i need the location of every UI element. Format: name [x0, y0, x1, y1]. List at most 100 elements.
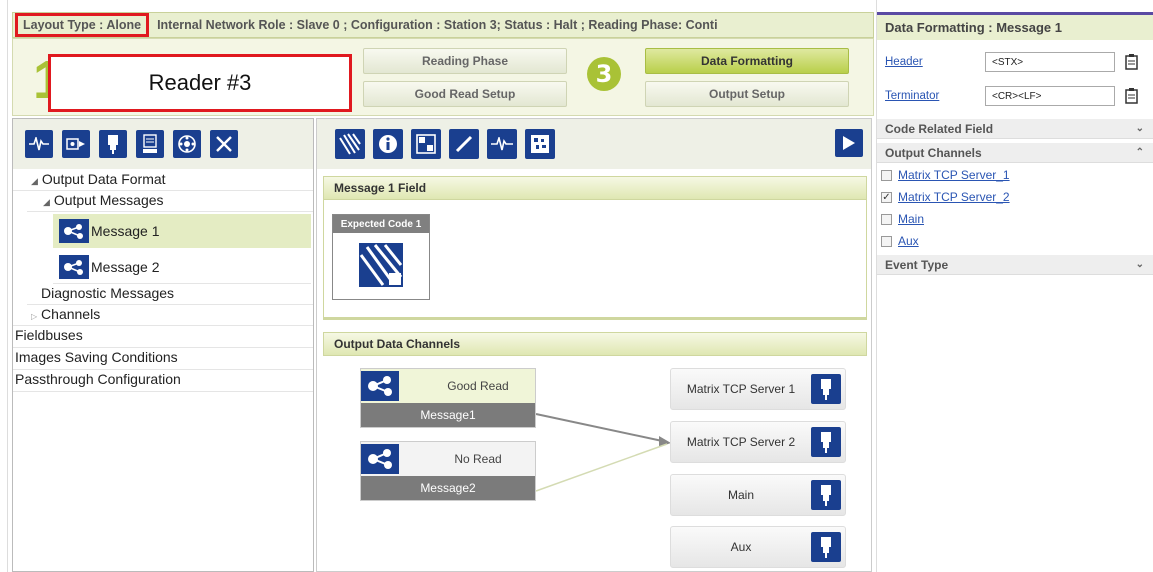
ethernet-plug-icon: [108, 135, 118, 154]
info-field-button[interactable]: [373, 129, 403, 159]
camera-send-icon: [66, 138, 85, 150]
counter-field-button[interactable]: [411, 129, 441, 159]
waveform-icon: [29, 137, 49, 151]
channel-option-main[interactable]: Main: [881, 212, 924, 226]
message1-label: Message1: [361, 403, 535, 427]
channel-node-main[interactable]: Main: [670, 474, 846, 516]
message-icon: [59, 219, 89, 243]
message-field-area: Expected Code 1: [323, 200, 867, 320]
clipboard-icon[interactable]: [1125, 54, 1139, 70]
channel-label: Matrix TCP Server 1: [686, 382, 796, 396]
tree-item-label: Images Saving Conditions: [15, 349, 178, 365]
message-icon: [361, 444, 399, 474]
good-read-message-node[interactable]: Good Read Message1: [360, 368, 536, 428]
data-formatting-button[interactable]: Data Formatting: [645, 48, 849, 74]
collapse-triangle-icon: ◢: [31, 176, 38, 186]
channel-option-tcp-1[interactable]: Matrix TCP Server_1: [881, 168, 1010, 182]
delete-tool-button[interactable]: [210, 130, 238, 158]
collapse-triangle-icon: ◢: [43, 197, 50, 207]
tree-item-label: Message 2: [91, 258, 160, 275]
channel-label: Main: [727, 488, 754, 502]
tree-message-1[interactable]: Message 1: [53, 214, 311, 248]
enip-tool-button[interactable]: [136, 130, 164, 158]
tree-pane: ◢ Output Data Format ◢ Output Messages M…: [12, 118, 314, 572]
status-bar: Layout Type : Alone Internal Network Rol…: [12, 12, 874, 38]
tree-images-saving[interactable]: Images Saving Conditions: [13, 349, 313, 370]
tree-fieldbuses[interactable]: Fieldbuses: [13, 327, 313, 348]
section-label: Output Channels: [885, 145, 982, 160]
image-send-tool-button[interactable]: [62, 130, 90, 158]
terminator-input[interactable]: [985, 86, 1115, 106]
barcode-field-button[interactable]: [335, 129, 365, 159]
left-edge: [0, 0, 8, 572]
text-field-button[interactable]: [449, 129, 479, 159]
fieldbus-icon: [178, 135, 196, 153]
ethernet-tool-button[interactable]: [99, 130, 127, 158]
channel-option-label: Main: [898, 212, 925, 226]
good-read-label: Good Read: [447, 379, 509, 393]
editor-pane: Message 1 Field Expected Code 1 Output D…: [316, 118, 872, 572]
channel-node-tcp-2[interactable]: Matrix TCP Server 2: [670, 421, 846, 463]
checkbox[interactable]: [881, 235, 892, 247]
tree-passthrough[interactable]: Passthrough Configuration: [13, 371, 313, 392]
reader-label-callout: Reader #3: [48, 54, 352, 112]
checkbox-checked[interactable]: ✓: [881, 191, 892, 203]
output-setup-button[interactable]: Output Setup: [645, 81, 849, 107]
tree-diagnostic-messages[interactable]: Diagnostic Messages: [27, 285, 313, 305]
event-type-section[interactable]: Event Type ⌄: [877, 255, 1153, 275]
channel-node-tcp-1[interactable]: Matrix TCP Server 1: [670, 368, 846, 410]
section-label: Event Type: [885, 257, 949, 272]
chevron-down-icon: ⌄: [1135, 259, 1144, 270]
clipboard-icon[interactable]: [1125, 88, 1139, 104]
datamatrix-field-button[interactable]: [525, 129, 555, 159]
fieldbus-tool-button[interactable]: [173, 130, 201, 158]
station-status-text: Internal Network Role : Slave 0 ; Config…: [157, 18, 718, 32]
channel-option-label: Matrix TCP Server_1: [898, 168, 1010, 182]
waveform-icon: [491, 137, 513, 151]
enip-icon: [143, 134, 157, 153]
channel-node-aux[interactable]: Aux: [670, 526, 846, 568]
header-input[interactable]: [985, 52, 1115, 72]
expected-code-label: Expected Code 1: [333, 215, 429, 233]
channel-option-label: Matrix TCP Server_2: [898, 190, 1010, 204]
tree-channels[interactable]: ▷ Channels: [13, 306, 313, 326]
output-data-channels-area: Good Read Message1 No Read Message2 Matr…: [323, 358, 867, 572]
tree-item-label: Output Messages: [53, 192, 164, 208]
ethernet-plug-icon: [811, 532, 841, 562]
properties-title: Data Formatting : Message 1: [877, 12, 1153, 40]
tree-message-2[interactable]: Message 2: [53, 250, 311, 284]
counter-icon: [416, 134, 436, 154]
tree-item-label: Channels: [41, 306, 101, 322]
waveform-tool-button[interactable]: [25, 130, 53, 158]
chevron-up-icon: ⌃: [1135, 147, 1144, 158]
ethernet-plug-icon: [811, 427, 841, 457]
channel-option-aux[interactable]: Aux: [881, 234, 919, 248]
reading-phase-button[interactable]: Reading Phase: [363, 48, 567, 74]
datamatrix-icon: [531, 135, 549, 153]
tree-output-data-format[interactable]: ◢ Output Data Format: [13, 171, 313, 191]
section-label: Code Related Field: [885, 121, 994, 136]
expected-code-card[interactable]: Expected Code 1: [332, 214, 430, 300]
channel-label: Aux: [730, 540, 752, 554]
output-channels-section[interactable]: Output Channels ⌃: [877, 143, 1153, 163]
no-read-message-node[interactable]: No Read Message2: [360, 441, 536, 501]
tree-output-messages[interactable]: ◢ Output Messages: [27, 192, 313, 212]
checkbox[interactable]: [881, 213, 892, 225]
properties-panel: Data Formatting : Message 1 Header Termi…: [876, 0, 1153, 572]
channel-option-tcp-2[interactable]: ✓ Matrix TCP Server_2: [881, 190, 1010, 204]
checkbox[interactable]: [881, 169, 892, 181]
message-icon: [59, 254, 89, 279]
chevron-down-icon: ⌄: [1135, 123, 1144, 134]
code-related-field-section[interactable]: Code Related Field ⌄: [877, 119, 1153, 139]
ethernet-plug-icon: [811, 374, 841, 404]
signal-field-button[interactable]: [487, 129, 517, 159]
tree-toolbar: [13, 119, 313, 169]
run-button[interactable]: [835, 129, 863, 157]
close-icon: [216, 136, 232, 152]
header-link[interactable]: Header: [885, 56, 985, 68]
barcode-icon: [339, 133, 361, 155]
ethernet-plug-icon: [811, 480, 841, 510]
good-read-setup-button[interactable]: Good Read Setup: [363, 81, 567, 107]
tree-item-label: Message 1: [91, 223, 160, 239]
terminator-link[interactable]: Terminator: [885, 90, 985, 102]
